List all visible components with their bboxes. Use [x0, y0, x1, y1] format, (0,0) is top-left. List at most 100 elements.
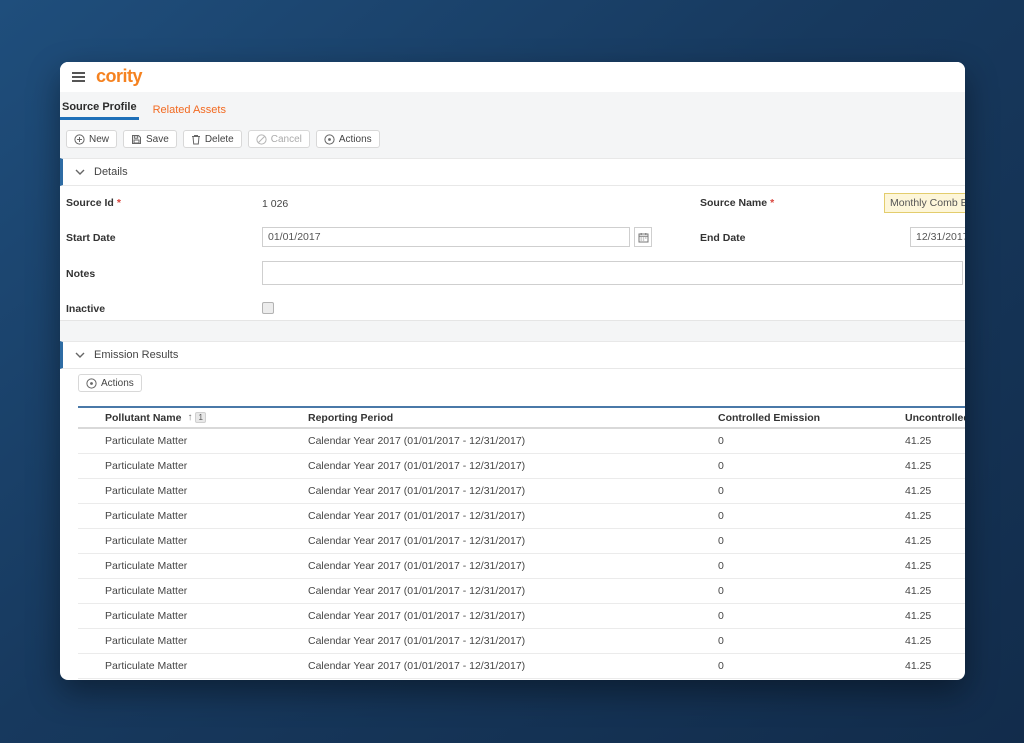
- actions-icon: [86, 377, 97, 389]
- required-marker: *: [116, 197, 121, 209]
- cancel-button-label: Cancel: [270, 133, 302, 145]
- table-cell: 41.25: [905, 485, 932, 497]
- section-divider: [60, 320, 965, 341]
- inactive-checkbox[interactable]: [262, 302, 274, 314]
- chevron-down-icon[interactable]: [75, 169, 85, 175]
- actions-icon: [324, 133, 335, 145]
- table-cell: 0: [718, 610, 724, 622]
- table-cell: 0: [718, 560, 724, 572]
- emission-actions-button-label: Actions: [101, 377, 134, 389]
- table-row[interactable]: Particulate Matter Calendar Year 2017 (01…: [78, 554, 965, 579]
- cority-logo: cority: [96, 66, 143, 86]
- actions-button[interactable]: Actions: [315, 130, 380, 148]
- sort-asc-icon: ↑: [187, 412, 193, 424]
- menu-icon[interactable]: [72, 72, 85, 82]
- table-cell: 41.25: [905, 610, 932, 622]
- table-cell: Calendar Year 2017 (01/01/2017 - 12/31/2…: [308, 435, 526, 447]
- table-cell: Particulate Matter: [105, 535, 188, 547]
- source-name-input[interactable]: [884, 193, 965, 213]
- end-date-input[interactable]: [910, 227, 965, 247]
- table-cell: 0: [718, 510, 724, 522]
- table-cell: Calendar Year 2017 (01/01/2017 - 12/31/2…: [308, 485, 526, 497]
- table-cell: Particulate Matter: [105, 460, 188, 472]
- cancel-icon: [256, 133, 267, 145]
- table-row[interactable]: Particulate Matter Calendar Year 2017 (01…: [78, 529, 965, 554]
- app-window: cority Source Profile Related Assets New…: [60, 62, 965, 680]
- sort-order-badge: 1: [195, 412, 206, 424]
- emission-actions-button[interactable]: Actions: [78, 374, 142, 392]
- table-row[interactable]: Particulate Matter Calendar Year 2017 (01…: [78, 629, 965, 654]
- cancel-button[interactable]: Cancel: [247, 130, 310, 148]
- table-cell: 0: [718, 435, 724, 447]
- table-header-row: Pollutant Name ↑ 1 Reporting Period Contro…: [78, 406, 965, 429]
- emission-table-body: Particulate Matter Calendar Year 2017 (01…: [78, 429, 965, 679]
- new-button[interactable]: New: [66, 130, 118, 148]
- column-header-uncontrolled-emission[interactable]: Uncontrolled Emission: [905, 412, 965, 424]
- start-date-input[interactable]: [262, 227, 630, 247]
- details-section-header: Details: [60, 158, 965, 186]
- table-cell: 0: [718, 585, 724, 597]
- table-row[interactable]: Particulate Matter Calendar Year 2017 (01…: [78, 604, 965, 629]
- table-cell: Particulate Matter: [105, 635, 188, 647]
- save-icon: [131, 134, 142, 145]
- table-row[interactable]: Particulate Matter Calendar Year 2017 (01…: [78, 479, 965, 504]
- table-cell: 41.25: [905, 460, 932, 472]
- column-header-reporting-period[interactable]: Reporting Period: [308, 412, 718, 424]
- tab-strip: Source Profile Related Assets: [60, 101, 228, 120]
- table-cell: 41.25: [905, 635, 932, 647]
- table-cell: 41.25: [905, 660, 932, 672]
- table-cell: 0: [718, 535, 724, 547]
- tab-related-assets[interactable]: Related Assets: [151, 104, 228, 120]
- column-header-pollutant-name[interactable]: Pollutant Name ↑ 1: [78, 412, 308, 424]
- table-row[interactable]: Particulate Matter Calendar Year 2017 (01…: [78, 429, 965, 454]
- chevron-down-icon[interactable]: [75, 352, 85, 358]
- table-cell: Calendar Year 2017 (01/01/2017 - 12/31/2…: [308, 635, 526, 647]
- delete-button-label: Delete: [204, 133, 234, 145]
- inactive-label: Inactive: [66, 303, 106, 315]
- table-cell: Calendar Year 2017 (01/01/2017 - 12/31/2…: [308, 560, 526, 572]
- tab-source-profile[interactable]: Source Profile: [60, 101, 139, 120]
- table-cell: Calendar Year 2017 (01/01/2017 - 12/31/2…: [308, 660, 526, 672]
- table-row[interactable]: Particulate Matter Calendar Year 2017 (01…: [78, 579, 965, 604]
- table-cell: Particulate Matter: [105, 585, 188, 597]
- table-cell: Calendar Year 2017 (01/01/2017 - 12/31/2…: [308, 535, 526, 547]
- column-header-controlled-emission[interactable]: Controlled Emission: [718, 412, 905, 424]
- table-cell: Particulate Matter: [105, 660, 188, 672]
- table-cell: Particulate Matter: [105, 435, 188, 447]
- table-cell: 0: [718, 460, 724, 472]
- emission-results-section-title: Emission Results: [94, 349, 179, 361]
- plus-circle-icon: [74, 133, 85, 145]
- table-cell: 0: [718, 660, 724, 672]
- table-cell: 41.25: [905, 435, 932, 447]
- toolbar: New Save Delete Cancel Actions: [66, 130, 380, 148]
- table-cell: 41.25: [905, 510, 932, 522]
- table-row[interactable]: Particulate Matter Calendar Year 2017 (01…: [78, 654, 965, 679]
- delete-button[interactable]: Delete: [182, 130, 242, 148]
- table-cell: 0: [718, 635, 724, 647]
- new-button-label: New: [89, 133, 110, 145]
- table-cell: Calendar Year 2017 (01/01/2017 - 12/31/2…: [308, 610, 526, 622]
- required-marker: *: [770, 197, 775, 209]
- source-id-value: 1 026: [262, 198, 289, 210]
- start-date-label: Start Date: [66, 232, 116, 244]
- save-button-label: Save: [146, 133, 169, 145]
- table-cell: 0: [718, 485, 724, 497]
- table-cell: Particulate Matter: [105, 510, 188, 522]
- end-date-label: End Date: [700, 232, 746, 244]
- notes-label: Notes: [66, 268, 96, 280]
- notes-input[interactable]: [262, 261, 963, 285]
- source-name-label: Source Name *: [700, 197, 775, 209]
- table-row[interactable]: Particulate Matter Calendar Year 2017 (01…: [78, 504, 965, 529]
- emission-results-table: Pollutant Name ↑ 1 Reporting Period Contro…: [78, 406, 965, 679]
- details-section-title: Details: [94, 166, 128, 178]
- table-cell: 41.25: [905, 535, 932, 547]
- trash-icon: [191, 134, 201, 145]
- source-id-label: Source Id *: [66, 197, 121, 209]
- table-row[interactable]: Particulate Matter Calendar Year 2017 (01…: [78, 454, 965, 479]
- table-cell: 41.25: [905, 585, 932, 597]
- save-button[interactable]: Save: [123, 130, 177, 148]
- table-cell: Particulate Matter: [105, 485, 188, 497]
- calendar-icon[interactable]: [634, 227, 652, 247]
- top-bar: cority: [60, 62, 965, 92]
- table-cell: Calendar Year 2017 (01/01/2017 - 12/31/2…: [308, 510, 526, 522]
